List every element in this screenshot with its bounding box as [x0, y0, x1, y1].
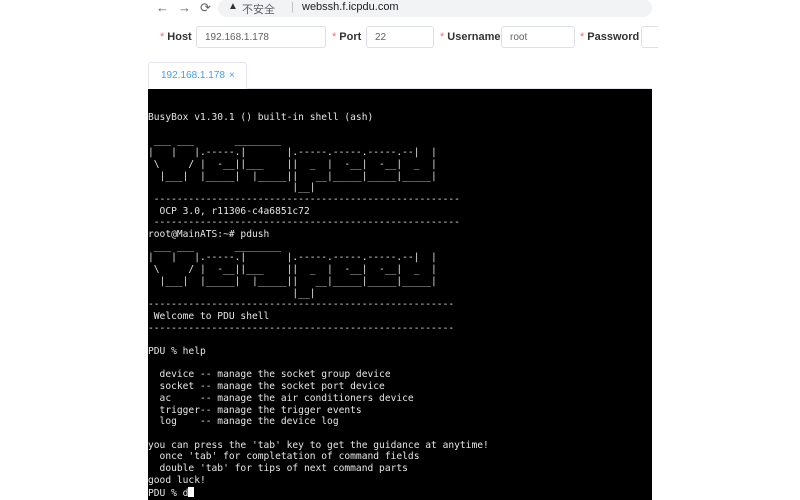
password-input[interactable]: [641, 26, 658, 48]
required-mark: *: [440, 31, 445, 43]
username-label-text: Username: [447, 31, 501, 43]
port-label-text: Port: [339, 31, 362, 43]
url-text[interactable]: webssh.f.icpdu.com: [302, 1, 399, 13]
terminal-window[interactable]: BusyBox v1.30.1 () built-in shell (ash) …: [148, 89, 652, 500]
host-input[interactable]: 192.168.1.178: [196, 26, 326, 48]
back-arrow-icon[interactable]: ←: [156, 1, 169, 15]
address-bar[interactable]: ▲ 不安全 | webssh.f.icpdu.com: [218, 0, 652, 17]
username-label: * Username: [440, 31, 500, 43]
port-label: * Port: [332, 31, 361, 43]
url-separator: |: [291, 1, 294, 13]
terminal-output[interactable]: BusyBox v1.30.1 () built-in shell (ash) …: [148, 112, 489, 499]
tab-label[interactable]: 192.168.1.178: [161, 70, 225, 81]
warning-icon[interactable]: ▲: [228, 1, 238, 12]
password-label: * Password: [580, 31, 639, 43]
username-input[interactable]: root: [501, 26, 575, 48]
reload-icon[interactable]: ⟳: [200, 1, 211, 15]
password-label-text: Password: [587, 31, 640, 43]
insecure-label[interactable]: 不安全: [242, 1, 275, 17]
terminal-scrollback: BusyBox v1.30.1 () built-in shell (ash) …: [148, 112, 489, 499]
required-mark: *: [160, 31, 165, 43]
browser-toolbar: ← → ⟳ ▲ 不安全 | webssh.f.icpdu.com: [148, 0, 652, 18]
terminal-cursor: [188, 486, 195, 497]
host-label-text: Host: [167, 31, 192, 43]
tab-session[interactable]: 192.168.1.178 ×: [148, 62, 247, 89]
connection-form: * Host 192.168.1.178 * Port 22 * Username r…: [148, 26, 658, 52]
required-mark: *: [332, 31, 337, 43]
close-icon[interactable]: ×: [229, 70, 235, 81]
port-input[interactable]: 22: [366, 26, 434, 48]
host-label: * Host: [160, 31, 192, 43]
forward-arrow-icon[interactable]: →: [178, 1, 191, 15]
required-mark: *: [580, 31, 585, 43]
session-tabs: 192.168.1.178 ×: [148, 62, 652, 89]
